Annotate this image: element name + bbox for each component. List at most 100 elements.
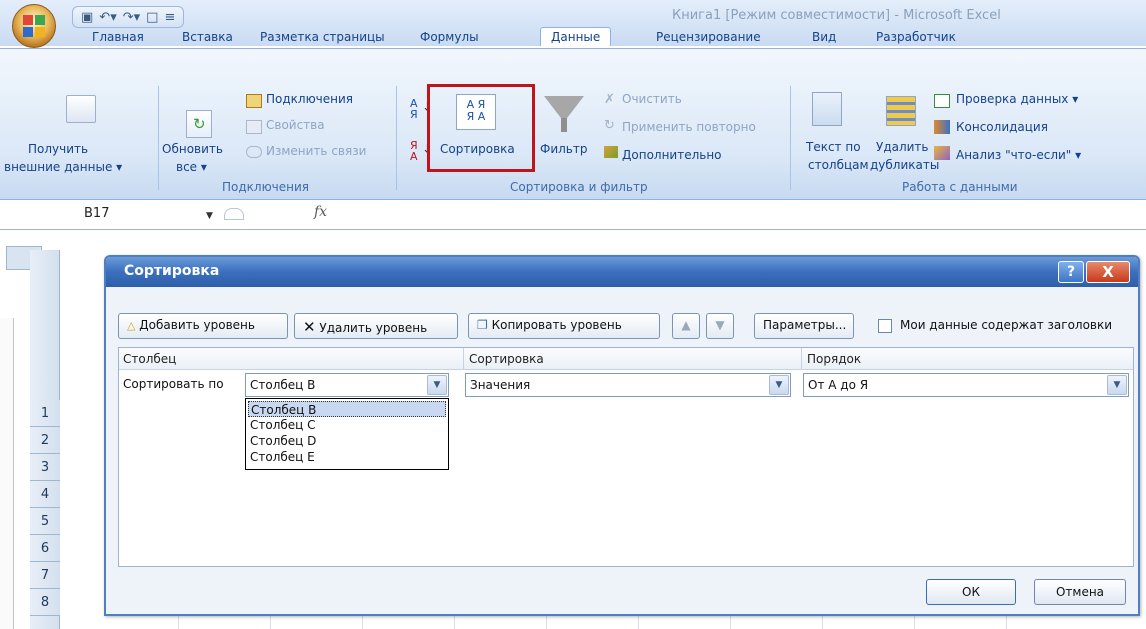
help-button[interactable]: ? xyxy=(1058,261,1084,283)
delete-icon: ✕ xyxy=(303,318,316,336)
tab-formulas[interactable]: Формулы xyxy=(420,30,479,44)
refresh-all-line2[interactable]: все ▾ xyxy=(176,160,207,174)
column-value: Столбец B xyxy=(250,378,316,392)
row-header[interactable]: 7 xyxy=(30,562,60,589)
clear-button[interactable]: Очистить xyxy=(622,92,682,106)
table-header: Столбец Сортировка Порядок xyxy=(119,348,1133,370)
edit-links-button[interactable]: Изменить связи xyxy=(266,144,366,158)
row-header[interactable]: 5 xyxy=(30,508,60,535)
remove-duplicates-line1[interactable]: Удалить xyxy=(876,140,929,154)
column-combobox[interactable]: Столбец B ▼ xyxy=(245,373,449,397)
row-header[interactable]: 1 xyxy=(30,400,60,427)
sort-on-value: Значения xyxy=(470,378,531,392)
clear-filter-icon: ✗ xyxy=(604,92,615,107)
copy-level-label: Копировать уровень xyxy=(491,318,622,332)
row-header[interactable]: 3 xyxy=(30,454,60,481)
get-external-data-line2[interactable]: внешние данные ▾ xyxy=(4,160,122,174)
get-external-data-line1[interactable]: Получить xyxy=(28,142,88,156)
filter-button[interactable]: Фильтр xyxy=(540,142,587,156)
dropdown-option[interactable]: Столбец C xyxy=(248,417,446,433)
consolidate-button[interactable]: Консолидация xyxy=(956,120,1048,134)
headers-checkbox[interactable] xyxy=(878,319,892,333)
headers-checkbox-label[interactable]: Мои данные содержат заголовки xyxy=(900,318,1112,332)
sort-on-header: Сортировка xyxy=(469,352,544,366)
reapply-button[interactable]: Применить повторно xyxy=(622,120,756,134)
tab-insert[interactable]: Вставка xyxy=(182,30,233,44)
chevron-down-icon[interactable]: ▼ xyxy=(769,375,789,395)
header-divider xyxy=(801,348,802,370)
name-box[interactable]: B17 xyxy=(84,206,109,221)
ribbon-separator xyxy=(158,86,159,190)
group-data-tools-label: Работа с данными xyxy=(902,180,1018,194)
copy-level-button[interactable]: ❐ Копировать уровень xyxy=(468,313,660,339)
dropdown-option[interactable]: Столбец B xyxy=(248,401,446,417)
group-sort-filter-label: Сортировка и фильтр xyxy=(510,180,648,194)
group-connections-label: Подключения xyxy=(222,180,310,194)
text-to-columns-line2[interactable]: столбцам xyxy=(808,158,869,172)
properties-button[interactable]: Свойства xyxy=(266,118,325,132)
filter-stem-icon xyxy=(561,118,567,132)
ribbon-separator xyxy=(396,86,397,190)
advanced-button[interactable]: Дополнительно xyxy=(622,148,722,162)
column-header: Столбец xyxy=(123,352,177,366)
add-level-label: Добавить уровень xyxy=(139,318,255,332)
dialog-title-bar[interactable]: Сортировка ? X xyxy=(106,257,1138,287)
tab-review[interactable]: Рецензирование xyxy=(656,30,761,44)
data-validation-icon xyxy=(934,94,950,108)
ok-button[interactable]: ОК xyxy=(926,579,1016,605)
close-button[interactable]: X xyxy=(1086,261,1130,283)
add-level-button[interactable]: △ Добавить уровень xyxy=(118,313,288,339)
dialog-title: Сортировка xyxy=(124,263,220,279)
customize-icon[interactable]: ≡ xyxy=(164,10,175,25)
tab-home[interactable]: Главная xyxy=(92,30,144,44)
text-to-columns-icon xyxy=(812,92,842,126)
edit-links-icon xyxy=(246,146,262,158)
row-header[interactable]: 4 xyxy=(30,481,60,508)
new-icon[interactable]: □ xyxy=(146,10,158,25)
sort-za-icon[interactable]: ЯА xyxy=(410,140,418,162)
row-header[interactable]: 2 xyxy=(30,427,60,454)
options-button[interactable]: Параметры... xyxy=(754,313,854,339)
delete-level-button[interactable]: ✕ Удалить уровень xyxy=(294,313,458,339)
move-down-button[interactable]: ▼ xyxy=(706,313,734,339)
tab-data[interactable]: Данные xyxy=(540,27,612,46)
sort-az-icon[interactable]: АЯ xyxy=(410,98,418,120)
text-to-columns-line1[interactable]: Текст по xyxy=(806,140,861,154)
quick-access-toolbar: ▣ ↶▾ ↷▾ □ ≡ xyxy=(72,6,185,28)
what-if-icon xyxy=(934,146,950,160)
delete-level-label: Удалить уровень xyxy=(319,321,428,335)
order-combobox[interactable]: От А до Я ▼ xyxy=(803,373,1129,397)
consolidate-icon xyxy=(934,120,950,134)
data-validation-button[interactable]: Проверка данных ▾ xyxy=(956,92,1078,106)
ribbon-separator xyxy=(790,86,791,190)
order-header: Порядок xyxy=(807,352,862,366)
redo-icon[interactable]: ↷▾ xyxy=(123,10,140,25)
insert-function-icon[interactable]: fx xyxy=(314,204,327,220)
sort-dialog: Сортировка ? X △ Добавить уровень ✕ Удал… xyxy=(104,255,1140,616)
sort-level-row[interactable]: Сортировать по Столбец B ▼ Значения ▼ От… xyxy=(119,370,1133,400)
tab-view[interactable]: Вид xyxy=(812,30,836,44)
undo-icon[interactable]: ↶▾ xyxy=(99,10,116,25)
sort-levels-table: Столбец Сортировка Порядок Сортировать п… xyxy=(118,347,1134,567)
remove-duplicates-line2[interactable]: дубликаты xyxy=(870,158,939,172)
name-box-arrow-icon[interactable]: ▼ xyxy=(206,211,213,221)
add-level-icon: △ xyxy=(127,319,136,332)
sort-on-combobox[interactable]: Значения ▼ xyxy=(465,373,791,397)
copy-icon: ❐ xyxy=(477,318,488,332)
row-header[interactable]: 6 xyxy=(30,535,60,562)
what-if-button[interactable]: Анализ "что-если" ▾ xyxy=(956,148,1081,162)
connections-button[interactable]: Подключения xyxy=(266,92,353,106)
tab-developer[interactable]: Разработчик xyxy=(876,30,956,44)
tab-page-layout[interactable]: Разметка страницы xyxy=(260,30,385,44)
dropdown-option[interactable]: Столбец E xyxy=(248,449,446,465)
dropdown-option[interactable]: Столбец D xyxy=(248,433,446,449)
refresh-all-line1[interactable]: Обновить xyxy=(162,142,223,156)
row-header[interactable]: 8 xyxy=(30,589,60,616)
save-icon[interactable]: ▣ xyxy=(81,10,93,25)
move-up-button[interactable]: ▲ xyxy=(672,313,700,339)
chevron-down-icon[interactable]: ▼ xyxy=(1107,375,1127,395)
cancel-button[interactable]: Отмена xyxy=(1034,579,1126,605)
connections-icon xyxy=(246,94,262,108)
office-button[interactable] xyxy=(12,4,56,48)
chevron-down-icon[interactable]: ▼ xyxy=(427,375,447,395)
